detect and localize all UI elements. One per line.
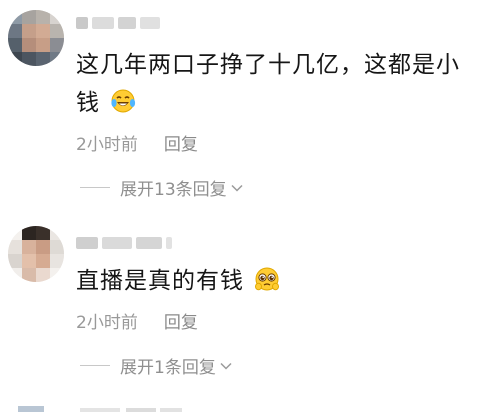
avatar[interactable] xyxy=(8,226,64,282)
divider-line xyxy=(80,365,110,366)
comment-text-content: 直播是真的有钱 xyxy=(76,268,244,294)
comment-text: 直播是真的有钱 xyxy=(76,262,476,300)
expand-replies-button[interactable]: 展开1条回复 xyxy=(80,353,233,378)
avatar-image xyxy=(8,226,64,282)
comment-item: 直播是真的有钱 2小时前 回复 展开1条回复 xyxy=(0,0,500,400)
comment-time: 2小时前 xyxy=(76,313,138,333)
chevron-down-icon xyxy=(220,362,232,370)
next-comment-partial xyxy=(18,406,182,412)
comment-meta: 2小时前 回复 xyxy=(76,308,198,333)
pleading-face-emoji-icon xyxy=(255,267,280,291)
reply-button[interactable]: 回复 xyxy=(164,308,198,333)
username-blurred[interactable] xyxy=(76,236,172,250)
expand-replies-label: 展开1条回复 xyxy=(120,358,216,378)
